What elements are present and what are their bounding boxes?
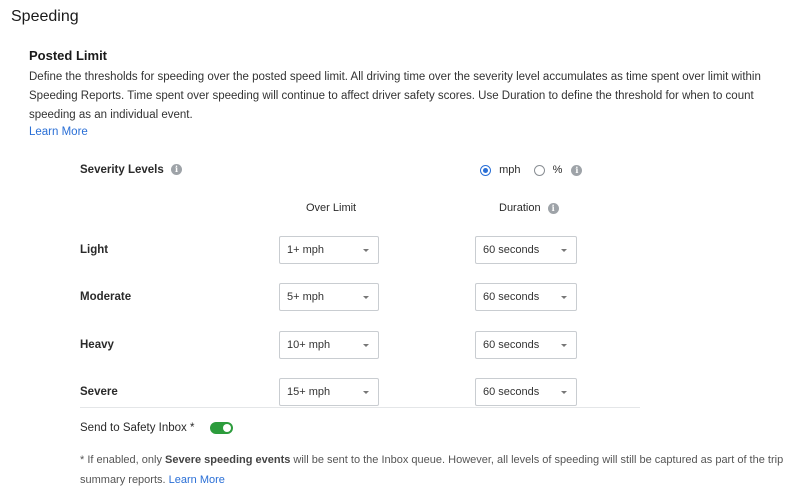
duration-select-light[interactable]: 60 seconds xyxy=(475,236,577,264)
chevron-down-icon xyxy=(561,344,567,347)
severity-row-label-severe: Severe xyxy=(80,386,118,398)
chevron-down-icon xyxy=(363,249,369,252)
info-icon[interactable]: i xyxy=(547,202,559,214)
duration-value: 60 seconds xyxy=(483,386,540,398)
unit-selector: mph % i xyxy=(480,164,583,177)
chevron-down-icon xyxy=(561,296,567,299)
duration-value: 60 seconds xyxy=(483,339,540,351)
severity-levels-heading: Severity Levels i xyxy=(80,164,182,176)
chevron-down-icon xyxy=(363,296,369,299)
info-icon[interactable]: i xyxy=(571,164,583,176)
over-limit-select-moderate[interactable]: 5+ mph xyxy=(279,283,379,311)
chevron-down-icon xyxy=(561,391,567,394)
duration-value: 60 seconds xyxy=(483,244,540,256)
unit-label-mph: mph xyxy=(499,164,521,177)
over-limit-value: 1+ mph xyxy=(287,244,324,256)
info-icon[interactable]: i xyxy=(170,164,182,176)
safety-inbox-note: * If enabled, only Severe speeding event… xyxy=(80,450,800,490)
duration-select-severe[interactable]: 60 seconds xyxy=(475,378,577,406)
over-limit-select-severe[interactable]: 15+ mph xyxy=(279,378,379,406)
over-limit-value: 10+ mph xyxy=(287,339,331,351)
duration-select-heavy[interactable]: 60 seconds xyxy=(475,331,577,359)
duration-value: 60 seconds xyxy=(483,291,540,303)
over-limit-value: 15+ mph xyxy=(287,386,331,398)
severity-row-label-light: Light xyxy=(80,244,109,256)
unit-radio-percent[interactable] xyxy=(533,164,545,176)
safety-inbox-label: Send to Safety Inbox * xyxy=(80,422,195,434)
column-header-duration-label: Duration xyxy=(499,202,541,214)
column-header-duration: Duration i xyxy=(499,202,559,214)
over-limit-select-heavy[interactable]: 10+ mph xyxy=(279,331,379,359)
chevron-down-icon xyxy=(363,344,369,347)
section-subtitle: Posted Limit xyxy=(29,48,108,63)
severity-levels-label: Severity Levels xyxy=(80,164,164,176)
chevron-down-icon xyxy=(561,249,567,252)
divider xyxy=(80,407,640,408)
over-limit-value: 5+ mph xyxy=(287,291,324,303)
page-title: Speeding xyxy=(11,8,79,25)
unit-label-percent: % xyxy=(552,164,563,177)
safety-inbox-toggle[interactable] xyxy=(210,422,233,434)
note-bold: Severe speeding events xyxy=(165,454,291,466)
note-prefix: * If enabled, only xyxy=(80,454,166,466)
learn-more-link[interactable]: Learn More xyxy=(29,126,88,138)
section-description: Define the thresholds for speeding over … xyxy=(29,71,761,121)
duration-select-moderate[interactable]: 60 seconds xyxy=(475,283,577,311)
unit-radio-mph[interactable] xyxy=(480,164,491,176)
column-header-over-limit: Over Limit xyxy=(306,202,357,214)
chevron-down-icon xyxy=(363,391,369,394)
severity-row-label-heavy: Heavy xyxy=(80,339,114,351)
over-limit-select-light[interactable]: 1+ mph xyxy=(279,236,379,264)
note-learn-more-link[interactable]: Learn More xyxy=(169,474,225,486)
severity-row-label-moderate: Moderate xyxy=(80,291,132,303)
